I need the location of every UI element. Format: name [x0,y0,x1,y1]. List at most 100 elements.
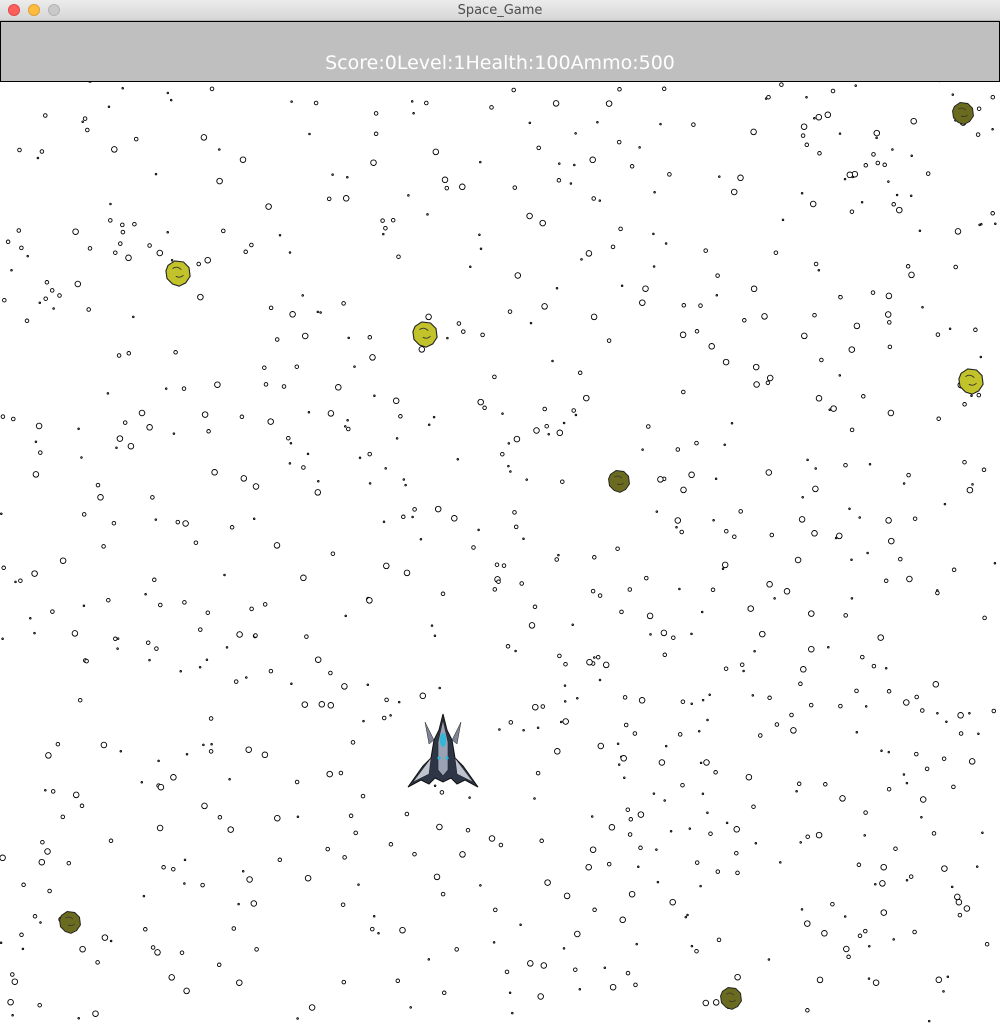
level-value: 1 [453,52,466,74]
star [82,116,88,121]
star [819,357,824,363]
star [946,975,950,979]
star [656,880,660,884]
star [120,222,125,228]
star [326,196,332,202]
star [50,609,55,614]
star [718,175,721,178]
star [38,301,42,305]
star [815,113,823,121]
star [738,509,743,514]
star [52,307,55,310]
star [834,536,838,540]
star [698,303,703,308]
star [652,265,656,268]
star [800,666,807,673]
star [200,134,208,141]
star [681,389,686,395]
star [106,392,110,395]
game-canvas[interactable] [0,0,1000,1023]
star [950,885,954,889]
star [708,343,715,350]
star [478,233,481,236]
asteroid-icon [608,470,630,493]
star [737,174,744,182]
star [50,789,56,794]
star [798,681,803,687]
star [799,841,802,844]
star [627,587,633,592]
star [724,528,729,534]
star [628,890,636,898]
star [246,876,253,883]
star [501,412,504,415]
star [101,934,109,941]
star [331,173,334,176]
star [562,718,569,725]
star [730,422,734,425]
star [597,742,605,750]
star [849,427,855,433]
star [227,826,234,833]
star [562,421,566,425]
star [465,827,471,833]
star [498,728,501,731]
star [732,534,737,539]
star [616,139,622,145]
star [274,814,281,822]
star [616,742,620,745]
star [383,225,388,231]
starfield [0,21,997,1023]
star [592,907,597,913]
star [578,987,582,991]
star [812,485,819,493]
star [148,658,151,662]
star [758,733,763,738]
star [873,129,881,137]
star [182,520,189,527]
star [107,105,111,109]
star [492,941,496,944]
star [585,250,593,257]
star [193,540,199,545]
star [808,610,815,617]
star [200,882,205,888]
star [563,661,568,667]
star [446,336,449,340]
star [598,199,602,202]
star [164,387,168,390]
star [669,898,676,906]
star [430,624,434,627]
star [886,689,892,694]
star [459,183,466,191]
star [592,555,597,560]
star [366,597,373,604]
star [747,605,754,612]
star [623,776,626,779]
star [563,684,567,687]
star [85,127,90,133]
star [653,190,656,194]
star [821,930,828,937]
hud-bar: Score:0Level:1Health:100Ammo:500 [0,21,1000,82]
star [912,929,917,935]
star [962,459,967,465]
star [14,580,17,584]
star [108,218,113,223]
star [152,577,157,583]
star [1,637,4,641]
star [764,97,768,100]
star [721,561,729,569]
star [402,478,406,481]
star [884,311,892,318]
star [245,676,248,679]
star [166,91,170,95]
star [300,574,307,582]
star [404,483,407,487]
star [789,712,794,718]
star [479,884,482,887]
star [245,746,252,753]
star [805,834,810,839]
star [116,637,120,640]
star [210,743,213,746]
